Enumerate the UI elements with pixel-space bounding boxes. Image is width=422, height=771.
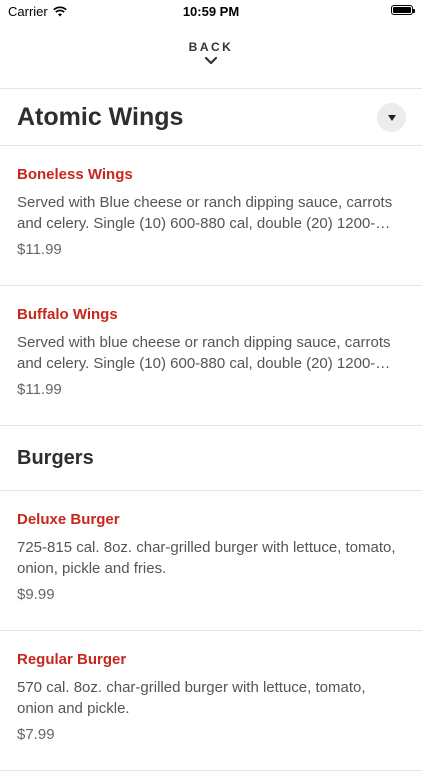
menu-item-regular-burger[interactable]: Regular Burger 570 cal. 8oz. char-grille… xyxy=(0,631,422,771)
item-name: Boneless Wings xyxy=(17,166,133,183)
item-price: $9.99 xyxy=(17,586,55,603)
back-button[interactable]: BACK xyxy=(0,24,422,89)
item-name: Regular Burger xyxy=(17,651,127,668)
item-price: $7.99 xyxy=(17,726,55,743)
item-description: 570 cal. 8oz. char-grilled burger with l… xyxy=(17,679,366,717)
item-description: Served with blue cheese or ranch dipping… xyxy=(17,334,391,372)
section-header-atomic-wings: Atomic Wings xyxy=(0,89,422,146)
item-price: $11.99 xyxy=(17,381,62,398)
menu-item-boneless-wings[interactable]: Boneless Wings Served with Blue cheese o… xyxy=(0,146,422,286)
item-price: $11.99 xyxy=(17,241,62,258)
item-name: Buffalo Wings xyxy=(17,306,118,323)
menu-item-deluxe-burger[interactable]: Deluxe Burger 725-815 cal. 8oz. char-gri… xyxy=(0,491,422,631)
item-description: Served with Blue cheese or ranch dipping… xyxy=(17,194,393,232)
item-description: 725-815 cal. 8oz. char-grilled burger wi… xyxy=(17,539,396,577)
status-bar: Carrier 10:59 PM xyxy=(0,0,422,24)
caret-down-icon xyxy=(387,114,396,121)
status-time: 10:59 PM xyxy=(182,4,240,19)
back-label: BACK xyxy=(188,40,234,54)
section-dropdown-button[interactable] xyxy=(377,103,406,132)
chevron-down-icon xyxy=(204,56,218,65)
section-title: Atomic Wings xyxy=(17,102,184,131)
section-header-burgers: Burgers xyxy=(0,426,422,491)
item-name: Deluxe Burger xyxy=(17,511,120,528)
battery-icon xyxy=(391,5,415,15)
menu-item-buffalo-wings[interactable]: Buffalo Wings Served with blue cheese or… xyxy=(0,286,422,426)
section-title: Burgers xyxy=(17,446,94,469)
